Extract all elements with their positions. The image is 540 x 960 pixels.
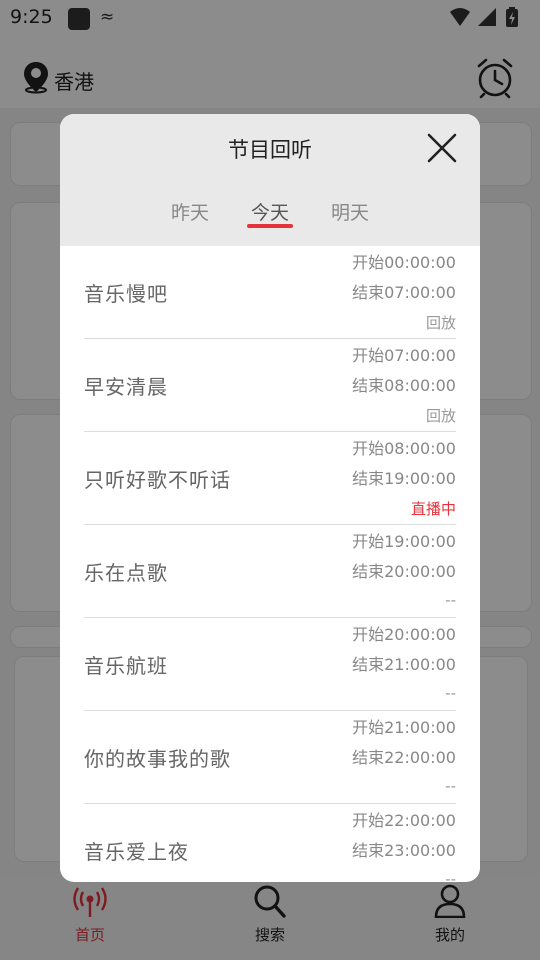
program-end-time: 结束08:00:00 bbox=[352, 376, 456, 395]
program-name: 音乐慢吧 bbox=[84, 282, 168, 306]
replay-button[interactable]: 回放 bbox=[426, 312, 456, 333]
program-item[interactable]: 早安清晨 开始07:00:00 结束08:00:00 回放 bbox=[84, 339, 456, 432]
program-name: 音乐航班 bbox=[84, 654, 168, 678]
program-end-time: 结束21:00:00 bbox=[352, 655, 456, 674]
program-item[interactable]: 乐在点歌 开始19:00:00 结束20:00:00 -- bbox=[84, 525, 456, 618]
close-button[interactable] bbox=[424, 130, 460, 166]
program-name: 乐在点歌 bbox=[84, 561, 168, 585]
program-start-time: 开始00:00:00 bbox=[352, 253, 456, 272]
program-name: 早安清晨 bbox=[84, 375, 168, 399]
dialog-header: 节目回听 昨天 今天 明天 bbox=[60, 114, 480, 246]
close-icon bbox=[427, 133, 457, 163]
live-status-badge[interactable]: 直播中 bbox=[411, 498, 456, 519]
program-list: 音乐慢吧 开始00:00:00 结束07:00:00 回放 早安清晨 开始07:… bbox=[84, 246, 456, 882]
program-end-time: 结束19:00:00 bbox=[352, 469, 456, 488]
program-start-time: 开始07:00:00 bbox=[352, 346, 456, 365]
program-status: -- bbox=[445, 777, 456, 795]
program-status: -- bbox=[445, 870, 456, 882]
program-end-time: 结束20:00:00 bbox=[352, 562, 456, 581]
replay-button[interactable]: 回放 bbox=[426, 405, 456, 426]
program-start-time: 开始08:00:00 bbox=[352, 439, 456, 458]
program-name: 音乐爱上夜 bbox=[84, 840, 189, 864]
program-end-time: 结束22:00:00 bbox=[352, 748, 456, 767]
program-start-time: 开始20:00:00 bbox=[352, 625, 456, 644]
program-end-time: 结束23:00:00 bbox=[352, 841, 456, 860]
program-replay-dialog: 节目回听 昨天 今天 明天 音乐慢吧 开始00:00:00 结束07:00:00… bbox=[60, 114, 480, 882]
program-name: 只听好歌不听话 bbox=[84, 468, 231, 492]
program-item[interactable]: 音乐慢吧 开始00:00:00 结束07:00:00 回放 bbox=[84, 246, 456, 339]
tab-tomorrow[interactable]: 明天 bbox=[320, 198, 380, 225]
program-end-time: 结束07:00:00 bbox=[352, 283, 456, 302]
program-start-time: 开始21:00:00 bbox=[352, 718, 456, 737]
program-name: 你的故事我的歌 bbox=[84, 747, 231, 771]
program-start-time: 开始19:00:00 bbox=[352, 532, 456, 551]
day-tabs: 昨天 今天 明天 bbox=[60, 194, 480, 242]
program-item[interactable]: 音乐航班 开始20:00:00 结束21:00:00 -- bbox=[84, 618, 456, 711]
program-status: -- bbox=[445, 591, 456, 609]
program-item[interactable]: 音乐爱上夜 开始22:00:00 结束23:00:00 -- bbox=[84, 804, 456, 882]
program-item[interactable]: 只听好歌不听话 开始08:00:00 结束19:00:00 直播中 bbox=[84, 432, 456, 525]
tab-yesterday[interactable]: 昨天 bbox=[160, 198, 220, 225]
active-tab-indicator bbox=[247, 224, 293, 228]
program-item[interactable]: 你的故事我的歌 开始21:00:00 结束22:00:00 -- bbox=[84, 711, 456, 804]
program-start-time: 开始22:00:00 bbox=[352, 811, 456, 830]
tab-today[interactable]: 今天 bbox=[240, 198, 300, 225]
dialog-title: 节目回听 bbox=[228, 138, 312, 162]
program-status: -- bbox=[445, 684, 456, 702]
